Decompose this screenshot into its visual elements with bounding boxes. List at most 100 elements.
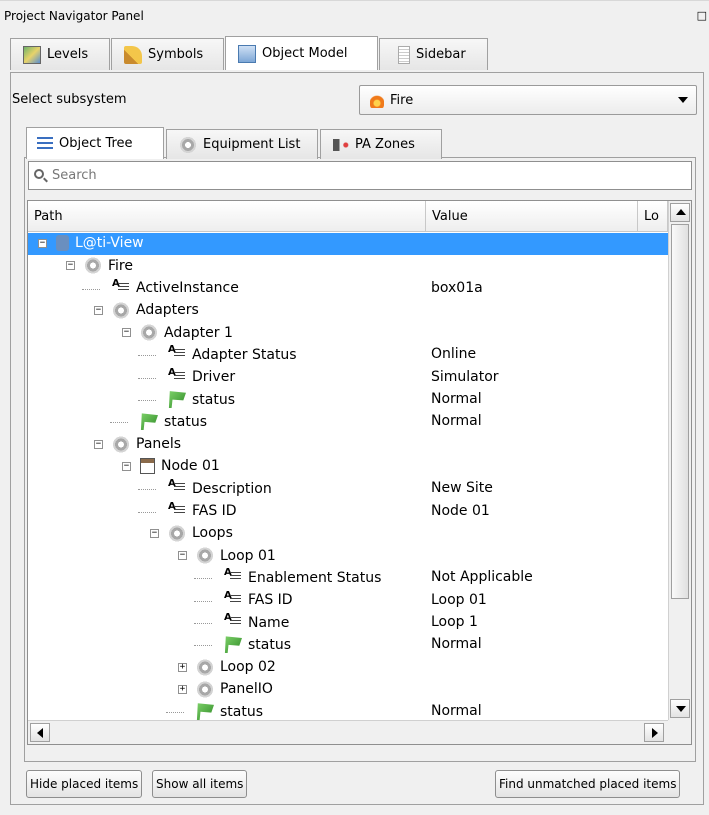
vertical-scrollbar[interactable] [668, 201, 691, 721]
tab-label: Object Model [262, 46, 348, 61]
tree-row-value: Online [431, 346, 477, 363]
tree-row[interactable]: status Normal [28, 411, 668, 433]
tree-connector [194, 645, 212, 647]
find-unmatched-placed-items-button[interactable]: Find unmatched placed items [495, 770, 681, 798]
gear-icon [196, 680, 214, 698]
scroll-thumb[interactable] [671, 224, 689, 599]
subsystem-select[interactable]: Fire [359, 85, 697, 115]
tree-row[interactable]: − Loop 01 [28, 545, 668, 567]
tree-row[interactable]: Description New Site [28, 478, 668, 500]
tree-row[interactable]: − Adapters [28, 300, 668, 322]
collapse-icon[interactable]: − [150, 528, 159, 538]
tab-label: Levels [47, 47, 89, 62]
node-icon [140, 457, 155, 474]
collapse-icon[interactable]: − [122, 328, 131, 338]
tree-row[interactable]: − Panels [28, 434, 668, 456]
tree-row-label: Driver [192, 369, 236, 386]
column-header-path[interactable]: Path [28, 201, 426, 232]
tree-row[interactable]: + PanelIO [28, 679, 668, 701]
tree-node: status [168, 391, 236, 409]
tree-row-label: Fire [108, 257, 133, 274]
tree-connector [194, 600, 212, 602]
scroll-up-button[interactable] [670, 203, 690, 222]
tree-node: ActiveInstance [112, 278, 239, 297]
gear-icon [112, 301, 130, 319]
tab-label: Symbols [148, 47, 204, 62]
tree-node: Fire [84, 257, 133, 275]
tree-row-label: Name [248, 614, 290, 631]
collapse-icon[interactable]: − [38, 239, 47, 248]
tree-row-value: Normal [431, 636, 482, 653]
column-header-location[interactable]: Lo [638, 201, 668, 232]
gear-icon [196, 547, 214, 565]
tree-row-label: Loop 02 [220, 659, 276, 676]
gear-icon [84, 257, 102, 275]
tree-connector [138, 489, 156, 491]
tree-node: Panels [112, 435, 181, 453]
tab-sidebar[interactable]: Sidebar [379, 38, 488, 70]
tab-object-model[interactable]: Object Model [225, 36, 378, 70]
tab-equipment-list[interactable]: Equipment List [166, 129, 318, 159]
tree-row[interactable]: − Fire [28, 255, 668, 277]
tree-row[interactable]: − L@ti-View [28, 233, 668, 256]
collapse-icon[interactable]: − [94, 305, 103, 315]
tree-row[interactable]: Enablement Status Not Applicable [28, 567, 668, 589]
collapse-icon[interactable]: − [66, 261, 75, 271]
tree-row[interactable]: status Normal [28, 634, 668, 656]
tree-node: Adapter Status [168, 344, 297, 363]
tree-row-label: Adapter Status [192, 346, 297, 363]
tree-node: Description [168, 478, 272, 497]
attribute-icon [224, 590, 242, 609]
tree-row[interactable]: − Node 01 [28, 456, 668, 478]
tree-node: status [196, 703, 263, 721]
expand-icon[interactable]: + [178, 662, 187, 672]
tree-node: status [224, 636, 292, 654]
tree-row-value: Loop 01 [431, 591, 487, 608]
tree-row[interactable]: FAS ID Loop 01 [28, 590, 668, 612]
expand-icon[interactable]: + [178, 684, 187, 694]
search-placeholder: Search [52, 168, 97, 183]
tree-row-value: Normal [431, 703, 482, 720]
tab-levels[interactable]: Levels [10, 38, 110, 70]
tab-pa-zones[interactable]: PA Zones [320, 129, 442, 159]
collapse-icon[interactable]: − [122, 461, 131, 471]
attribute-icon [168, 501, 186, 520]
hide-placed-items-button[interactable]: Hide placed items [26, 770, 143, 798]
tree-row[interactable]: + Loop 02 [28, 657, 668, 679]
collapse-icon[interactable]: − [94, 439, 103, 449]
subsystem-selected-value: Fire [390, 92, 414, 108]
attribute-icon [224, 567, 242, 586]
tree-row[interactable]: Driver Simulator [28, 367, 668, 389]
tree-row-value: Normal [431, 413, 482, 430]
scroll-left-button[interactable] [30, 723, 50, 742]
tree-row[interactable]: Name Loop 1 [28, 612, 668, 634]
horizontal-scrollbar[interactable] [28, 720, 668, 744]
tab-symbols[interactable]: Symbols [111, 38, 224, 70]
scroll-down-button[interactable] [670, 699, 690, 718]
gear-icon [179, 135, 197, 154]
tree-row-label: ActiveInstance [136, 280, 239, 297]
tree-row-label: status [192, 391, 236, 408]
sidebar-icon [398, 45, 410, 64]
tree-row[interactable]: FAS ID Node 01 [28, 501, 668, 523]
status-flag-icon [140, 413, 158, 431]
object-tree-view[interactable]: Path Value Lo −L@ti-View−FireActiveInsta… [27, 200, 692, 745]
show-all-items-button[interactable]: Show all items [152, 770, 248, 798]
collapse-icon[interactable]: − [178, 551, 187, 561]
tree-row[interactable]: ActiveInstance box01a [28, 278, 668, 300]
tree-row[interactable]: − Adapter 1 [28, 322, 668, 344]
tree-node: Loop 02 [196, 658, 276, 676]
scroll-right-button[interactable] [644, 723, 664, 742]
tree-row[interactable]: status Normal [28, 389, 668, 411]
undock-icon[interactable]: □ [697, 1, 707, 31]
tree-row[interactable]: − Loops [28, 523, 668, 545]
tree-row-value: Node 01 [431, 502, 490, 519]
tree-row[interactable]: Adapter Status Online [28, 344, 668, 366]
gear-icon [112, 435, 130, 453]
tree-row-label: status [248, 636, 292, 653]
column-header-value[interactable]: Value [426, 201, 638, 232]
tree-list-icon [37, 136, 53, 151]
search-field[interactable]: Search [28, 161, 692, 190]
tree-row-value: box01a [431, 279, 483, 296]
tab-object-tree[interactable]: Object Tree [26, 127, 164, 159]
